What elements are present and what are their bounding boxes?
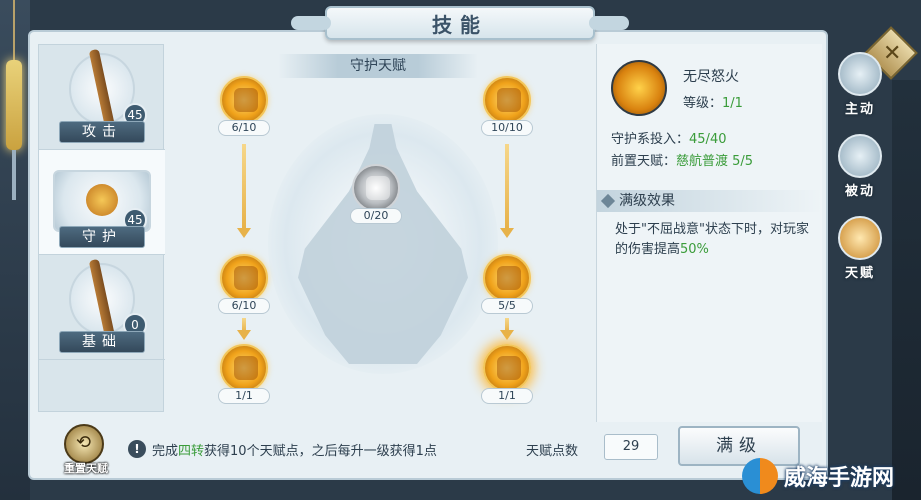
tab-label: 被动 [844, 184, 875, 199]
tassel-icon [12, 150, 16, 200]
reset-icon: ⟲ [64, 424, 104, 464]
tip-part: 完成 [152, 444, 179, 459]
tab-label: 主动 [844, 102, 875, 117]
talent-node-selected[interactable] [483, 344, 531, 392]
feather-icon [366, 176, 390, 200]
lotus-icon [838, 52, 882, 96]
tab-active-skill[interactable]: 主动 [834, 50, 886, 128]
invest-label: 守护系投入： [611, 132, 690, 147]
arrow-down-icon [237, 228, 251, 238]
category-label: 基础 [59, 331, 145, 353]
flame-icon [497, 356, 521, 380]
category-list: 45 攻击 45 守护 0 基础 [38, 44, 165, 412]
category-basic[interactable]: 0 基础 [39, 255, 165, 360]
lantern-string [13, 0, 15, 60]
talent-node[interactable] [220, 254, 268, 302]
background-left [0, 0, 30, 500]
talent-count: 6/10 [218, 120, 270, 136]
effect-value: 50% [680, 242, 709, 257]
prereq-row: 前置天赋：慈航普渡 5/5 [611, 150, 753, 169]
talent-count: 1/1 [481, 388, 533, 404]
points-label: 天赋点数 [526, 444, 579, 459]
title-wing-left [291, 16, 331, 30]
prereq-label: 前置天赋： [611, 154, 677, 169]
talent-node-locked[interactable] [352, 164, 400, 212]
arrow-down-icon [237, 330, 251, 340]
talent-name: 无尽怒火 [683, 69, 739, 85]
effect-heading: 满级效果 [597, 190, 823, 212]
mask-icon [86, 184, 118, 216]
invest-row: 守护系投入：45/40 [611, 128, 726, 147]
talent-count: 5/5 [481, 298, 533, 314]
brush-icon [838, 216, 882, 260]
talent-node[interactable] [220, 344, 268, 392]
category-label: 攻击 [59, 121, 145, 143]
arrow-line [505, 144, 509, 228]
tip-part: 获得10个天赋点，之后每升一级获得1点 [204, 444, 437, 459]
info-icon: ! [128, 440, 146, 458]
star-icon [838, 134, 882, 178]
talent-count: 0/20 [350, 208, 402, 224]
category-guard[interactable]: 45 守护 [39, 150, 165, 255]
watermark-text: 威海手游网 [784, 466, 895, 491]
logo-icon [742, 458, 778, 494]
reset-label: 重置天赋 [64, 462, 108, 475]
title-bar: 技能 [291, 6, 629, 40]
side-tab-bar: 主动 被动 天赋 [830, 50, 890, 310]
arrow-down-icon [500, 228, 514, 238]
prereq-value: 慈航普渡 5/5 [676, 154, 754, 169]
flame-icon [611, 60, 667, 116]
talent-level: 等级：1/1 [683, 92, 743, 111]
level-value: 1/1 [722, 96, 743, 111]
talent-count: 1/1 [218, 388, 270, 404]
points-value: 29 [604, 434, 658, 460]
tab-talent[interactable]: 天赋 [834, 214, 886, 292]
beast-icon [497, 266, 521, 290]
talent-count: 6/10 [218, 298, 270, 314]
figure-icon [234, 88, 258, 112]
effect-text: 处于"不屈战意"状态下时，对玩家的伤害提高 [615, 222, 809, 257]
category-label: 守护 [59, 226, 145, 248]
category-attack[interactable]: 45 攻击 [39, 45, 165, 150]
lantern-icon [6, 60, 22, 150]
talent-tree: 守护天赋 6/10 10/10 0/20 6/10 5/5 1/1 1/1 [178, 44, 578, 422]
tip-highlight: 四转 [178, 444, 205, 459]
tab-passive-skill[interactable]: 被动 [834, 132, 886, 210]
figure-icon [497, 88, 521, 112]
figure-icon [234, 266, 258, 290]
talent-info-panel: 无尽怒火 等级：1/1 守护系投入：45/40 前置天赋：慈航普渡 5/5 满级… [596, 44, 823, 422]
talent-node[interactable] [483, 76, 531, 124]
talent-node[interactable] [483, 254, 531, 302]
page-title: 技能 [432, 12, 488, 37]
title-wing-right [589, 16, 629, 30]
tab-label: 天赋 [844, 266, 875, 281]
shield-icon [234, 356, 258, 380]
reset-talent-button[interactable]: ⟲ 重置天赋 [58, 424, 110, 476]
effect-description: 处于"不屈战意"状态下时，对玩家的伤害提高50% [615, 220, 815, 260]
talent-count: 10/10 [481, 120, 533, 136]
background-right [892, 80, 921, 500]
level-label: 等级： [683, 96, 723, 111]
tree-title: 守护天赋 [278, 54, 478, 78]
watermark: 威海手游网 [740, 452, 921, 500]
bottom-bar: ⟲ 重置天赋 ! 完成四转获得10个天赋点，之后每升一级获得1点 天赋点数 29… [38, 422, 822, 476]
invest-value: 45/40 [689, 132, 727, 147]
arrow-down-icon [500, 330, 514, 340]
arrow-line [242, 144, 246, 228]
tip-text: 完成四转获得10个天赋点，之后每升一级获得1点 [152, 440, 437, 459]
talent-node[interactable] [220, 76, 268, 124]
